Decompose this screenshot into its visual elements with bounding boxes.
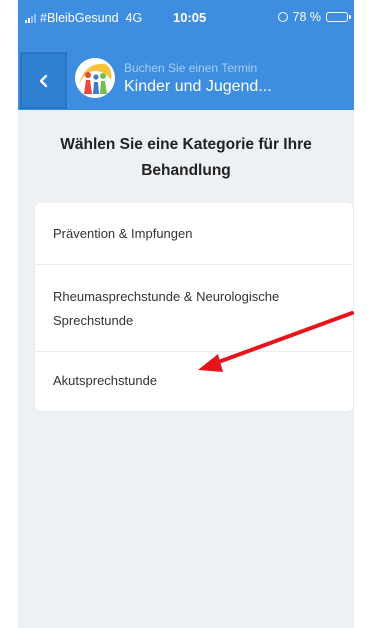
category-label: Rheumasprechstunde & Neurologische Sprec… xyxy=(53,289,280,328)
category-item-praevention[interactable]: Prävention & Impfungen xyxy=(35,203,353,265)
clock: 10:05 xyxy=(173,10,207,25)
network-type: 4G xyxy=(125,11,143,25)
category-item-rheuma-neuro[interactable]: Rheumasprechstunde & Neurologische Sprec… xyxy=(35,265,353,352)
category-label: Akutsprechstunde xyxy=(53,373,158,388)
battery-icon xyxy=(326,12,351,22)
carrier-name: #BleibGesund xyxy=(40,11,119,25)
category-label: Prävention & Impfungen xyxy=(53,226,193,241)
nav-title: Kinder und Jugend... xyxy=(124,78,272,95)
alarm-icon xyxy=(277,12,288,22)
signal-icon xyxy=(25,13,36,23)
navigation-bar: Buchen Sie einen Termin Kinder und Jugen… xyxy=(18,36,354,110)
nav-subtitle: Buchen Sie einen Termin xyxy=(124,61,258,75)
chevron-left-icon xyxy=(39,74,47,87)
status-bar-left: #BleibGesund 4G xyxy=(25,11,142,25)
category-item-akutsprechstunde[interactable]: Akutsprechstunde xyxy=(35,352,353,411)
category-list: Prävention & Impfungen Rheumasprechstund… xyxy=(35,203,353,411)
back-button[interactable] xyxy=(20,52,67,109)
practice-logo xyxy=(75,58,115,98)
status-bar-right: 78 % xyxy=(277,10,351,24)
phone-screen: #BleibGesund 4G 10:05 78 % Buchen Sie ei… xyxy=(18,0,354,628)
battery-percent: 78 % xyxy=(292,10,322,24)
status-bar: #BleibGesund 4G 10:05 78 % xyxy=(18,0,354,36)
page-heading: Wählen Sie eine Kategorie für Ihre Behan… xyxy=(60,136,312,179)
